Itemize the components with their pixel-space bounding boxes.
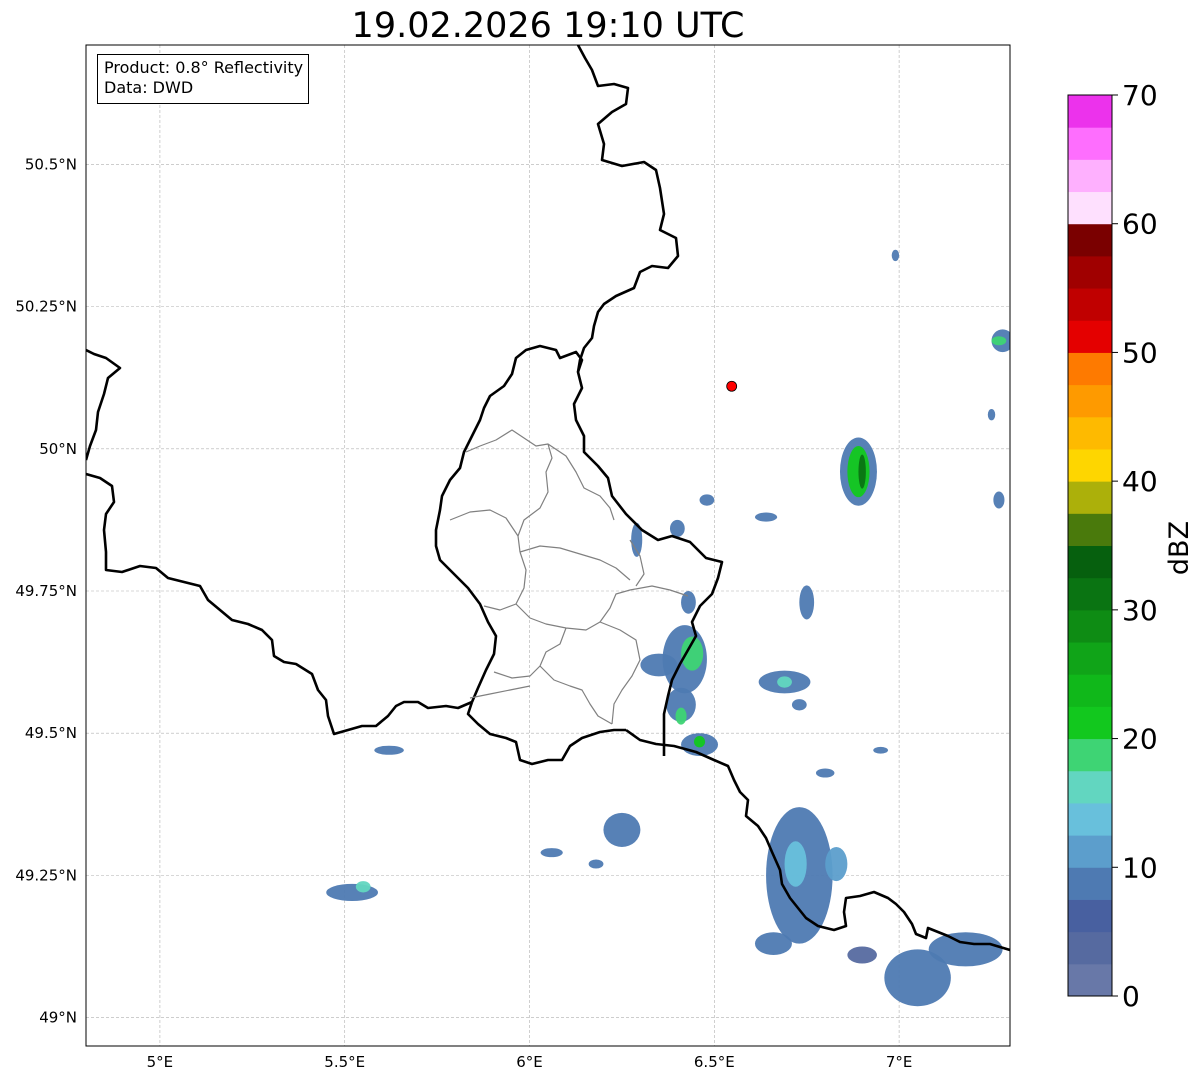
lat-tick-label: 49.25°N: [15, 866, 77, 884]
colorbar-swatch: [1068, 835, 1112, 868]
colorbar-tick-label: 10: [1122, 851, 1158, 884]
echo-cell: [791, 699, 807, 711]
echo-cell: [891, 249, 900, 262]
echo-cell: [991, 336, 1007, 346]
echo-cell: [987, 409, 996, 421]
colorbar-tick-label: 70: [1122, 79, 1158, 112]
colorbar-swatch: [1068, 609, 1112, 643]
colorbar-swatch: [1068, 384, 1112, 418]
colorbar-swatch: [1068, 255, 1112, 289]
lon-tick-label: 6°E: [516, 1053, 543, 1071]
colorbar: 0 10 20 30 40 50 60 70 dBZ: [1067, 79, 1195, 1013]
colorbar-swatch: [1068, 867, 1112, 900]
colorbar-swatch: [1068, 770, 1112, 804]
lat-tick-label: 49°N: [39, 1009, 77, 1027]
lon-tick-label: 6.5°E: [694, 1053, 735, 1071]
echo-cell: [640, 653, 678, 677]
colorbar-swatch: [1068, 95, 1112, 128]
echo-cell: [374, 745, 404, 755]
colorbar-swatch: [1068, 577, 1112, 611]
colorbar-swatch: [1068, 545, 1112, 579]
colorbar-tick-label: 50: [1122, 336, 1158, 369]
colorbar-swatch: [1068, 127, 1112, 160]
echo-cell: [675, 707, 687, 725]
colorbar-swatch: [1068, 513, 1112, 546]
echo-cell: [540, 848, 563, 858]
echo-cell: [784, 841, 807, 887]
map-background: [86, 45, 1010, 1046]
colorbar-swatch: [1068, 899, 1112, 933]
echo-cell: [799, 585, 815, 620]
lat-tick-label: 50°N: [39, 440, 77, 458]
echo-cell: [754, 932, 792, 955]
echo-cell: [858, 454, 866, 489]
colorbar-swatch: [1068, 416, 1112, 450]
colorbar-swatch: [1068, 448, 1112, 482]
colorbar-swatch: [1068, 223, 1112, 257]
colorbar-swatch: [1068, 802, 1112, 836]
colorbar-swatch: [1068, 642, 1112, 675]
echo-cell: [693, 736, 706, 748]
echo-cell: [815, 768, 835, 778]
echo-cell: [669, 519, 685, 537]
colorbar-swatch: [1068, 674, 1112, 707]
colorbar-swatch: [1068, 320, 1112, 353]
echo-cell: [603, 812, 641, 847]
colorbar-swatch: [1068, 352, 1112, 386]
lon-tick-label: 5°E: [147, 1053, 174, 1071]
lon-tick-label: 7°E: [886, 1053, 913, 1071]
colorbar-swatch: [1068, 481, 1112, 514]
echo-cell: [825, 846, 848, 882]
colorbar-tick-label: 30: [1122, 594, 1158, 627]
product-label: Product: 0.8° Reflectivity: [104, 58, 304, 77]
echo-cell: [928, 932, 1003, 967]
info-box: Product: 0.8° Reflectivity Data: DWD: [97, 54, 310, 104]
radar-map: 5°E 5.5°E 6°E 6.5°E 7°E 49°N 49.25°N 49.5°N 49.7…: [15, 44, 1195, 1071]
colorbar-tick-label: 20: [1122, 723, 1158, 756]
radar-site-marker: [726, 380, 738, 392]
lat-tick-label: 49.75°N: [15, 582, 77, 600]
colorbar-label: dBZ: [1164, 521, 1195, 575]
echo-cell: [588, 859, 604, 869]
lat-tick-label: 50.25°N: [15, 298, 77, 316]
echo-cell: [993, 491, 1005, 509]
echo-cell: [699, 494, 715, 506]
colorbar-swatch: [1068, 931, 1112, 965]
lat-tick-label: 50.5°N: [25, 155, 77, 173]
lat-tick-label: 49.5°N: [25, 724, 77, 742]
colorbar-swatch: [1068, 706, 1112, 740]
echo-cell: [777, 676, 792, 688]
data-source-label: Data: DWD: [104, 78, 194, 97]
colorbar-swatch: [1068, 159, 1112, 193]
colorbar-tick-label: 40: [1122, 465, 1158, 498]
echo-cell: [355, 881, 371, 893]
echo-cell: [873, 746, 889, 754]
echo-cell: [754, 512, 778, 522]
lon-tick-label: 5.5°E: [324, 1053, 365, 1071]
colorbar-swatch: [1068, 738, 1112, 772]
echo-cell: [847, 946, 877, 964]
colorbar-swatch: [1068, 288, 1112, 321]
colorbar-swatch: [1068, 963, 1112, 997]
colorbar-tick-label: 60: [1122, 208, 1158, 241]
colorbar-swatch: [1068, 191, 1112, 225]
colorbar-tick-label: 0: [1122, 980, 1140, 1013]
